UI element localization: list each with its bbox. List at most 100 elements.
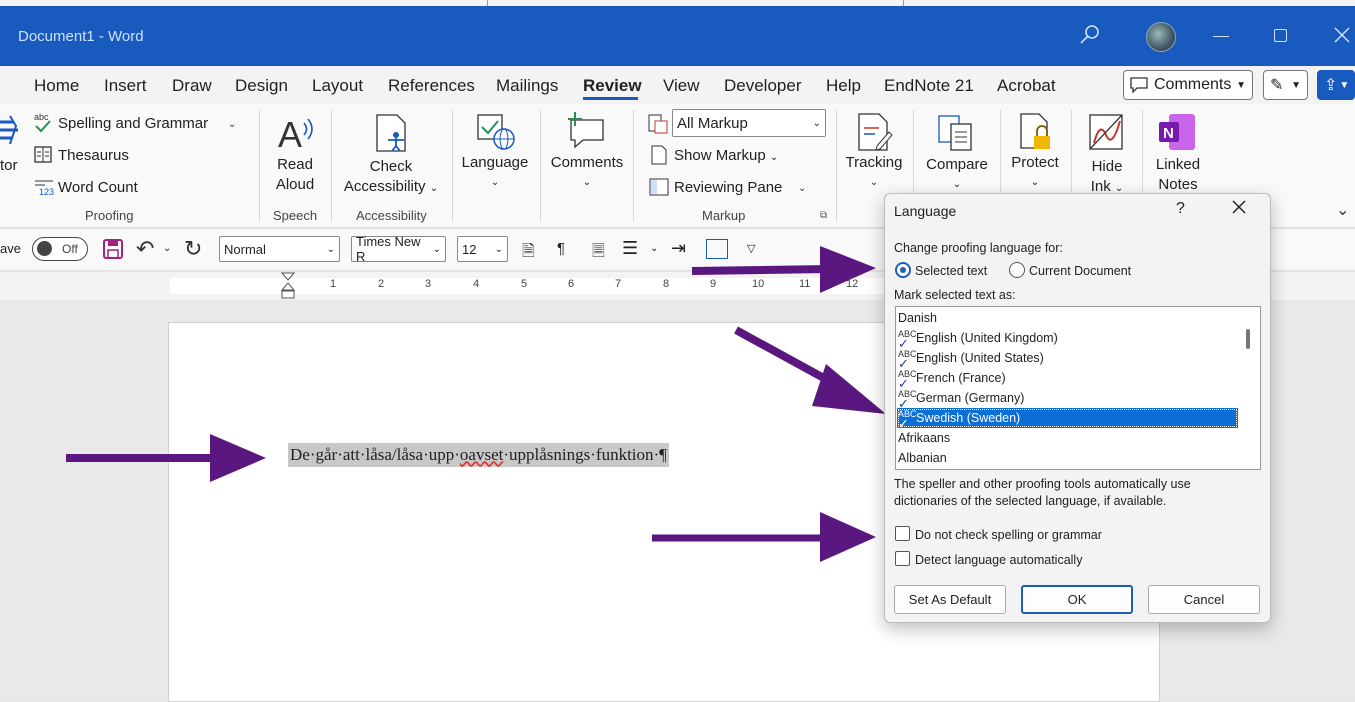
list-item[interactable]: Afrikaans bbox=[897, 428, 1238, 448]
read-aloud-icon: A bbox=[276, 113, 316, 158]
document-format-icon[interactable]: 🗎 bbox=[522, 240, 535, 267]
mail-document-icon[interactable]: 🗏 bbox=[592, 240, 605, 267]
cancel-button[interactable]: Cancel bbox=[1148, 585, 1260, 614]
tab-developer[interactable]: Developer bbox=[724, 76, 802, 96]
list-item[interactable]: Danish bbox=[897, 308, 1238, 328]
chevron-down-icon[interactable]: ⌄ bbox=[163, 243, 171, 254]
set-as-default-button[interactable]: Set As Default bbox=[894, 585, 1006, 614]
hide-ink-icon bbox=[1088, 113, 1126, 158]
pilcrow-icon[interactable]: ¶ bbox=[557, 240, 565, 257]
tab-draw[interactable]: Draw bbox=[172, 76, 212, 96]
comments-button-label: Comments bbox=[1154, 76, 1232, 93]
spelling-icon: abc bbox=[33, 112, 53, 139]
save-icon[interactable] bbox=[102, 238, 124, 265]
radio-selected-text[interactable] bbox=[895, 262, 911, 278]
protect-button[interactable]: Protect ⌄ bbox=[1004, 153, 1066, 193]
chevron-down-icon[interactable]: ⌄ bbox=[650, 243, 658, 254]
help-icon[interactable]: ? bbox=[1176, 200, 1185, 218]
close-window-icon[interactable] bbox=[1333, 26, 1351, 49]
group-label-speech: Speech bbox=[273, 208, 318, 223]
read-aloud-button[interactable]: Read Aloud bbox=[270, 155, 320, 195]
tab-references[interactable]: References bbox=[388, 76, 475, 96]
chevron-down-icon: ⌄ bbox=[494, 243, 503, 255]
share-button[interactable]: ⇪ ▼ bbox=[1317, 70, 1355, 100]
accessibility-icon bbox=[374, 113, 410, 158]
tab-view[interactable]: View bbox=[663, 76, 700, 96]
tab-mailings[interactable]: Mailings bbox=[496, 76, 558, 96]
comments-button[interactable]: Comments ▼ bbox=[1123, 70, 1253, 100]
language-button[interactable]: Language ⌄ bbox=[460, 153, 530, 193]
no-check-spelling-label[interactable]: Do not check spelling or grammar bbox=[915, 528, 1102, 542]
font-select[interactable]: Times New R ⌄ bbox=[351, 234, 446, 264]
ruler-number: 6 bbox=[568, 278, 575, 290]
chevron-down-icon[interactable]: ⌄ bbox=[228, 119, 236, 130]
list-scrollbar[interactable] bbox=[1246, 329, 1250, 349]
close-icon[interactable] bbox=[1230, 198, 1248, 222]
line-spacing-icon[interactable]: ☰ bbox=[622, 238, 638, 259]
thesaurus-button[interactable]: Thesaurus bbox=[58, 147, 129, 164]
radio-current-document[interactable] bbox=[1009, 262, 1025, 278]
compare-label: Compare bbox=[926, 156, 988, 173]
list-item[interactable]: ABC ✓ German (Germany) bbox=[897, 388, 1238, 411]
tab-review[interactable]: Review bbox=[583, 76, 642, 96]
document-text[interactable]: De·går·att·låsa/låsa·upp·oavset·upplåsni… bbox=[288, 443, 669, 467]
comments-ribbon-button[interactable]: Comments ⌄ bbox=[548, 153, 626, 193]
undo-icon[interactable]: ↶ bbox=[136, 236, 154, 262]
compare-button[interactable]: Compare ⌄ bbox=[922, 155, 992, 195]
ok-button[interactable]: OK bbox=[1021, 585, 1133, 614]
spellcheck-icon: ABC ✓ bbox=[898, 409, 917, 431]
autosave-toggle[interactable]: Off bbox=[32, 237, 88, 261]
radio-current-document-label[interactable]: Current Document bbox=[1029, 264, 1131, 278]
show-markup-button[interactable]: Show Markup ⌄ bbox=[674, 147, 778, 164]
editor-icon[interactable] bbox=[0, 114, 20, 159]
tracking-label: Tracking bbox=[845, 154, 903, 171]
tab-endnote[interactable]: EndNote 21 bbox=[884, 76, 974, 96]
collapse-ribbon-icon[interactable]: ⌄ bbox=[1336, 200, 1349, 220]
linked-notes-button[interactable]: Linked Notes bbox=[1150, 155, 1206, 195]
search-icon[interactable] bbox=[1079, 24, 1101, 51]
language-name: French (France) bbox=[916, 371, 1006, 385]
tab-layout[interactable]: Layout bbox=[312, 76, 363, 96]
font-size-select[interactable]: 12 ⌄ bbox=[457, 236, 508, 262]
radio-selected-text-label[interactable]: Selected text bbox=[915, 264, 987, 278]
redo-icon[interactable]: ↻ bbox=[184, 236, 202, 262]
detect-language-checkbox[interactable] bbox=[895, 551, 910, 566]
annotation-arrow-icon bbox=[66, 434, 266, 482]
tracking-button[interactable]: Tracking ⌄ bbox=[842, 153, 906, 193]
onenote-icon: N bbox=[1157, 112, 1197, 157]
minimize-icon[interactable] bbox=[1213, 36, 1229, 37]
spellcheck-icon: ABC ✓ bbox=[898, 349, 917, 371]
font-size-value: 12 bbox=[462, 241, 477, 257]
editing-mode-button[interactable]: ✎ ▼ bbox=[1263, 70, 1308, 100]
new-comment-icon bbox=[565, 112, 605, 153]
list-item-selected[interactable]: ABC ✓ Swedish (Sweden) bbox=[897, 408, 1238, 431]
indent-icon[interactable]: ⇥ bbox=[671, 238, 686, 259]
list-item[interactable]: ABC ✓ French (France) bbox=[897, 368, 1238, 391]
tab-home[interactable]: Home bbox=[34, 76, 79, 96]
list-item[interactable]: ABC ✓ English (United Kingdom) bbox=[897, 328, 1238, 351]
top-strip bbox=[0, 0, 1355, 6]
reviewing-pane-button[interactable]: Reviewing Pane bbox=[674, 179, 782, 196]
detect-language-label[interactable]: Detect language automatically bbox=[915, 553, 1082, 567]
maximize-icon[interactable] bbox=[1274, 29, 1287, 42]
list-item[interactable]: ABC ✓ English (United States) bbox=[897, 348, 1238, 371]
tab-insert[interactable]: Insert bbox=[104, 76, 147, 96]
spelling-grammar-button[interactable]: Spelling and Grammar bbox=[58, 115, 208, 132]
display-for-review-select[interactable]: All Markup ⌄ bbox=[672, 109, 826, 137]
list-item[interactable]: Albanian bbox=[897, 448, 1238, 468]
tab-acrobat[interactable]: Acrobat bbox=[997, 76, 1056, 96]
tab-design[interactable]: Design bbox=[235, 76, 288, 96]
dialog-launcher-icon[interactable]: ⧉ bbox=[820, 210, 827, 221]
tab-help[interactable]: Help bbox=[826, 76, 861, 96]
chevron-down-icon: ⌄ bbox=[869, 177, 879, 188]
pencil-icon: ✎ bbox=[1270, 77, 1284, 94]
user-avatar[interactable] bbox=[1146, 22, 1176, 52]
ruler-number: 5 bbox=[521, 278, 528, 290]
check-accessibility-label-2: Accessibility ⌄ bbox=[343, 178, 439, 195]
word-count-button[interactable]: Word Count bbox=[58, 179, 138, 196]
chevron-down-icon[interactable]: ⌄ bbox=[798, 183, 806, 194]
misspelled-word[interactable]: oavset bbox=[460, 445, 503, 464]
style-select[interactable]: Normal ⌄ bbox=[219, 236, 340, 262]
no-check-spelling-checkbox[interactable] bbox=[895, 526, 910, 541]
check-accessibility-button[interactable]: Check Accessibility ⌄ bbox=[340, 157, 442, 199]
